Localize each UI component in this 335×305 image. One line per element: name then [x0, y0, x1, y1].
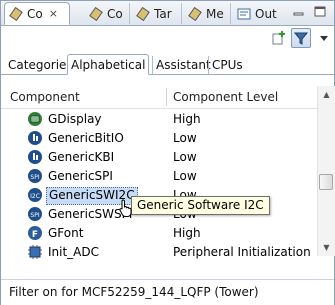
maximize-icon[interactable] [312, 4, 328, 20]
component-name: GFont [48, 226, 84, 240]
svg-text:F: F [32, 230, 38, 240]
column-divider[interactable] [166, 88, 167, 106]
tab-label: Co [27, 6, 43, 21]
component-level: Low [173, 150, 197, 164]
tab-memory[interactable]: Me [184, 3, 231, 24]
status-bar: Filter on for MCF52259_144_LQFP (Tower) [1, 279, 334, 305]
tab-categories[interactable]: Categories [5, 56, 76, 74]
font-component-icon: F [27, 225, 43, 241]
svg-text:I2C: I2C [30, 193, 40, 200]
scroll-thumb[interactable] [319, 174, 333, 190]
component-icon [9, 6, 23, 21]
status-text: Filter on for MCF52259_144_LQFP (Tower) [9, 285, 259, 299]
tab-cpus[interactable]: CPUs [208, 56, 246, 74]
hand-cursor-icon [119, 199, 133, 217]
io-component-icon [27, 149, 43, 165]
component-name: GDisplay [48, 112, 102, 126]
tab-label: Me [206, 6, 224, 21]
tab-label: Out [255, 6, 277, 21]
i2c-component-icon: I2C [27, 187, 43, 203]
outline-icon [237, 7, 251, 21]
memory-icon [188, 6, 202, 21]
tab-label: Tar [154, 6, 172, 21]
svg-text:SPI: SPI [30, 174, 39, 181]
spi-component-icon: SPI [27, 168, 43, 184]
scroll-up-icon[interactable]: ▲ [318, 86, 335, 103]
component-name: GenericSPI [48, 169, 113, 183]
svg-text:SPI: SPI [30, 212, 39, 219]
tab-label: Co [107, 6, 123, 21]
view-tab-bar: Co × Co Tar Me Out [1, 1, 334, 26]
green-component-icon [27, 111, 43, 127]
table-row[interactable]: GDisplay High [1, 110, 317, 128]
filter-icon[interactable] [291, 28, 311, 48]
component-level: Low [173, 169, 197, 183]
tooltip: Generic Software I2C [131, 196, 270, 215]
tab-assistant[interactable]: Assistant [152, 56, 214, 74]
component-level: High [173, 112, 201, 126]
column-header-level[interactable]: Component Level [173, 90, 278, 104]
tab-outline[interactable]: Out [233, 3, 281, 24]
close-icon[interactable]: × [49, 7, 58, 20]
tab-components[interactable]: Co [85, 3, 130, 24]
table-row[interactable]: GenericBitIO Low [1, 129, 317, 147]
add-icon[interactable] [269, 28, 289, 48]
scroll-down-icon[interactable]: ▼ [318, 239, 335, 256]
table-row[interactable]: Init_ADC Peripheral Initialization [1, 243, 317, 261]
table-header: Component Component Level [1, 86, 317, 109]
adc-component-icon [27, 244, 43, 260]
inner-tab-bar: Categories Alphabetical Assistant CPUs [1, 52, 334, 75]
target-icon [136, 6, 150, 21]
tab-components-library[interactable]: Co × [4, 2, 70, 25]
component-name: GenericKBI [48, 150, 115, 164]
tab-alphabetical[interactable]: Alphabetical [67, 54, 150, 75]
view-menu-icon[interactable] [314, 28, 334, 48]
spi-component-icon: SPI [27, 206, 43, 222]
vertical-scrollbar[interactable]: ▲ ▼ [317, 86, 335, 256]
component-level: High [173, 226, 201, 240]
table-row[interactable]: SPI GenericSPI Low [1, 167, 317, 185]
component-icon [89, 6, 103, 21]
table-row[interactable]: F GFont High [1, 224, 317, 242]
io-component-icon [27, 130, 43, 146]
table-row[interactable]: GenericKBI Low [1, 148, 317, 166]
column-header-component[interactable]: Component [10, 90, 80, 104]
component-name: Init_ADC [48, 245, 100, 259]
component-level: Low [173, 131, 197, 145]
component-name: GenericBitIO [48, 131, 124, 145]
view-toolbar [1, 26, 334, 52]
minimize-icon[interactable] [291, 4, 307, 20]
components-view: Co × Co Tar Me Out Categories Alphabetic… [0, 0, 335, 305]
component-level: Peripheral Initialization [173, 245, 311, 259]
tab-target[interactable]: Tar [132, 3, 182, 24]
